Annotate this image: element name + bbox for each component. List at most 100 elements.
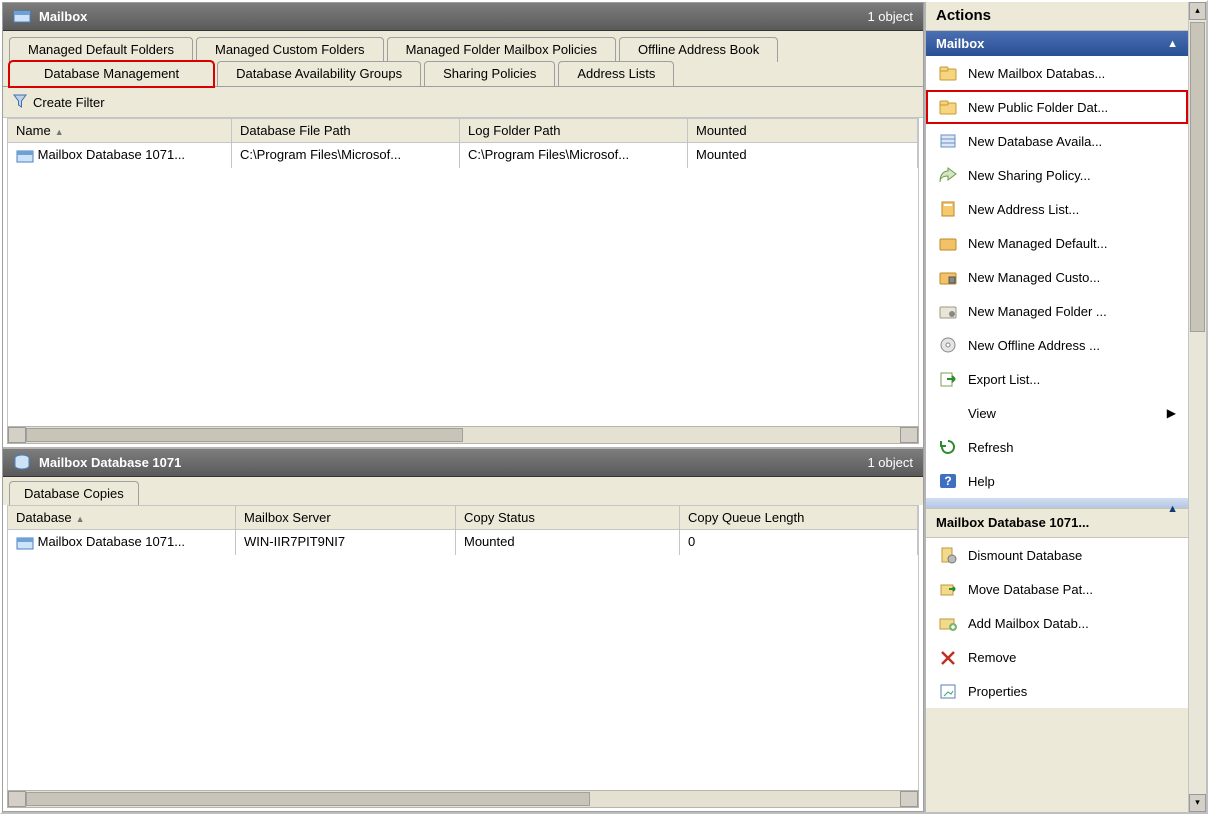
action-label: New Mailbox Databas...	[968, 66, 1105, 81]
database-icon	[13, 454, 31, 470]
db-group-icon	[938, 132, 958, 150]
tab-database-availability-groups[interactable]: Database Availability Groups	[217, 61, 421, 86]
action-help[interactable]: ? Help	[926, 464, 1188, 498]
lower-title-text: Mailbox Database 1071	[39, 455, 181, 470]
action-new-managed-folder[interactable]: New Managed Folder ...	[926, 294, 1188, 328]
action-new-public-folder-dat[interactable]: New Public Folder Dat...	[926, 90, 1188, 124]
upper-hscrollbar[interactable]	[7, 426, 919, 444]
action-label: View	[968, 406, 996, 421]
scroll-left-button[interactable]	[8, 791, 26, 807]
column-copy-status[interactable]: Copy Status	[456, 506, 680, 529]
scroll-thumb[interactable]	[1190, 22, 1205, 332]
column-copy-queue[interactable]: Copy Queue Length	[680, 506, 918, 529]
tab-managed-custom-folders[interactable]: Managed Custom Folders	[196, 37, 384, 62]
filter-label: Create Filter	[33, 95, 105, 110]
actions-vscrollbar[interactable]: ▴ ▾	[1188, 2, 1206, 812]
scroll-thumb[interactable]	[26, 792, 590, 806]
tab-sharing-policies[interactable]: Sharing Policies	[424, 61, 555, 86]
action-new-managed-default[interactable]: New Managed Default...	[926, 226, 1188, 260]
scroll-thumb[interactable]	[26, 428, 463, 442]
sort-asc-icon: ▲	[76, 514, 85, 524]
action-add-mailbox-datab[interactable]: Add Mailbox Datab...	[926, 606, 1188, 640]
action-label: Add Mailbox Datab...	[968, 616, 1089, 631]
action-label: Export List...	[968, 372, 1040, 387]
svg-text:?: ?	[944, 474, 951, 488]
actions-section-mailbox[interactable]: Mailbox ▲	[926, 31, 1188, 56]
scroll-down-button[interactable]: ▾	[1189, 794, 1206, 812]
action-new-offline-address[interactable]: New Offline Address ...	[926, 328, 1188, 362]
create-filter[interactable]: Create Filter	[3, 87, 923, 118]
action-label: Help	[968, 474, 995, 489]
action-new-managed-custo[interactable]: New Managed Custo...	[926, 260, 1188, 294]
help-icon: ?	[938, 472, 958, 490]
action-label: New Managed Default...	[968, 236, 1107, 251]
share-icon	[938, 166, 958, 184]
action-move-database-pat[interactable]: Move Database Pat...	[926, 572, 1188, 606]
disc-icon	[938, 336, 958, 354]
db-folder-icon	[938, 64, 958, 82]
action-new-sharing-policy[interactable]: New Sharing Policy...	[926, 158, 1188, 192]
action-label: New Managed Custo...	[968, 270, 1100, 285]
action-new-database-availa[interactable]: New Database Availa...	[926, 124, 1188, 158]
properties-icon	[938, 682, 958, 700]
action-new-mailbox-databas[interactable]: New Mailbox Databas...	[926, 56, 1188, 90]
column-log-path[interactable]: Log Folder Path	[460, 119, 688, 142]
action-export-list[interactable]: Export List...	[926, 362, 1188, 396]
column-mailbox-server[interactable]: Mailbox Server	[236, 506, 456, 529]
chevron-up-icon: ▲	[1167, 38, 1178, 50]
action-label: Properties	[968, 684, 1027, 699]
action-label: New Address List...	[968, 202, 1079, 217]
refresh-icon	[938, 438, 958, 456]
lower-grid-header: Database▲ Mailbox Server Copy Status Cop…	[7, 505, 919, 530]
tab-managed-folder-mailbox-policies[interactable]: Managed Folder Mailbox Policies	[387, 37, 616, 62]
table-row[interactable]: Mailbox Database 1071...C:\Program Files…	[8, 143, 918, 168]
column-db-path[interactable]: Database File Path	[232, 119, 460, 142]
object-count: 1 object	[867, 9, 913, 24]
action-refresh[interactable]: Refresh	[926, 430, 1188, 464]
lower-panel-title: Mailbox Database 1071 1 object	[3, 449, 923, 477]
action-properties[interactable]: Properties	[926, 674, 1188, 708]
action-dismount-database[interactable]: Dismount Database	[926, 538, 1188, 572]
tab-address-lists[interactable]: Address Lists	[558, 61, 674, 86]
tab-offline-address-book[interactable]: Offline Address Book	[619, 37, 778, 62]
action-label: New Database Availa...	[968, 134, 1102, 149]
action-label: Dismount Database	[968, 548, 1082, 563]
folder-icon	[938, 98, 958, 116]
column-mounted[interactable]: Mounted	[688, 119, 918, 142]
mailbox-icon	[13, 8, 31, 24]
folder2-icon	[938, 234, 958, 252]
tab-database-management[interactable]: Database Management	[9, 61, 214, 87]
remove-icon	[938, 648, 958, 666]
upper-grid-header: Name▲ Database File Path Log Folder Path…	[7, 118, 919, 143]
actions-section-separator[interactable]: ▲	[926, 498, 1188, 508]
column-database[interactable]: Database▲	[8, 506, 236, 529]
action-new-address-list[interactable]: New Address List...	[926, 192, 1188, 226]
folder-gear-icon	[938, 302, 958, 320]
action-label: New Public Folder Dat...	[968, 100, 1108, 115]
scroll-left-button[interactable]	[8, 427, 26, 443]
scroll-right-button[interactable]	[900, 791, 918, 807]
action-label: Move Database Pat...	[968, 582, 1093, 597]
action-label: New Sharing Policy...	[968, 168, 1091, 183]
scroll-right-button[interactable]	[900, 427, 918, 443]
lower-hscrollbar[interactable]	[7, 790, 919, 808]
action-remove[interactable]: Remove	[926, 640, 1188, 674]
book-icon	[938, 200, 958, 218]
action-view[interactable]: View ▶	[926, 396, 1188, 430]
column-name[interactable]: Name▲	[8, 119, 232, 142]
action-label: New Offline Address ...	[968, 338, 1100, 353]
submenu-arrow-icon: ▶	[1167, 406, 1176, 420]
actions-section-db-title: Mailbox Database 1071...	[926, 508, 1188, 538]
scroll-up-button[interactable]: ▴	[1189, 2, 1206, 20]
table-row[interactable]: Mailbox Database 1071...WIN-IIR7PIT9NI7M…	[8, 530, 918, 555]
tab-managed-default-folders[interactable]: Managed Default Folders	[9, 37, 193, 62]
move-icon	[938, 580, 958, 598]
actions-title: Actions	[926, 2, 1188, 31]
action-label: Refresh	[968, 440, 1014, 455]
action-label: New Managed Folder ...	[968, 304, 1107, 319]
export-icon	[938, 370, 958, 388]
dismount-icon	[938, 546, 958, 564]
panel-title-text: Mailbox	[39, 9, 87, 24]
tab-database-copies[interactable]: Database Copies	[9, 481, 139, 505]
filter-icon	[13, 94, 27, 110]
